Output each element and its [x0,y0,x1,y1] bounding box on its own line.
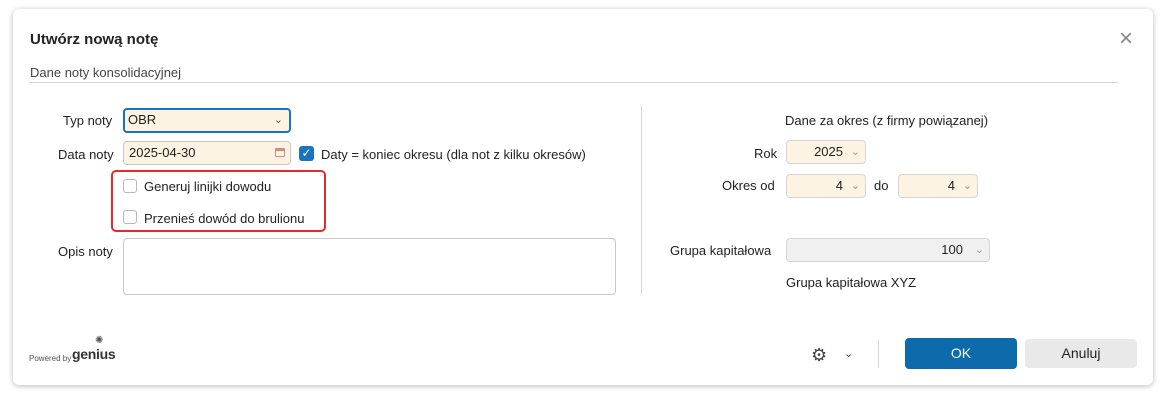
daty-checkbox[interactable]: ✓ [299,146,314,161]
chevron-down-icon[interactable]: ⌄ [844,347,853,360]
period-heading: Dane za okres (z firmy powiązanej) [785,113,989,128]
chevron-down-icon: ⌄ [850,146,860,158]
cancel-button[interactable]: Anuluj [1025,339,1137,368]
opis-noty-label: Opis noty [58,244,113,259]
rok-select[interactable]: 2025 ⌄ [786,140,866,164]
gear-icon[interactable]: ⚙ [811,345,827,366]
okres-od-select[interactable]: 4 ⌄ [786,174,866,198]
typ-noty-label: Typ noty [63,113,113,128]
okres-do-select[interactable]: 4 ⌄ [898,174,978,198]
okres-od-value: 4 [835,178,843,193]
do-label: do [874,178,889,193]
typ-noty-value: OBR [128,112,157,127]
chevron-down-icon: ⌄ [974,244,984,256]
grupa-select[interactable]: 100 ⌄ [786,238,990,262]
okres-do-value: 4 [947,178,955,193]
okres-od-label: Okres od [722,178,775,193]
create-note-dialog: Utwórz nową notę × Dane noty konsolidacy… [13,9,1153,385]
generuj-label: Generuj linijki dowodu [144,179,272,194]
chevron-down-icon: ⌄ [962,180,972,192]
przenies-label: Przenieś dowód do brulionu [144,211,305,226]
grupa-label: Grupa kapitałowa [670,243,772,258]
generuj-checkbox[interactable] [123,179,137,193]
dialog-title: Utwórz nową notę [30,31,159,48]
genius-logo-sun-icon: ✺ [95,335,104,346]
daty-checkbox-label: Daty = koniec okresu (dla not z kilku ok… [321,147,586,162]
rok-value: 2025 [814,144,843,159]
data-noty-input[interactable]: 2025-04-30 [123,141,291,165]
powered-by-text: Powered by [29,354,72,363]
calendar-icon[interactable] [275,148,285,157]
przenies-checkbox[interactable] [123,210,137,224]
data-noty-label: Data noty [58,147,114,162]
opis-noty-textarea[interactable] [123,238,616,295]
grupa-value: 100 [941,242,963,257]
typ-noty-select[interactable]: OBR ⌄ [123,108,291,133]
section-title: Dane noty konsolidacyjnej [30,65,182,80]
genius-logo: genius [72,346,116,362]
close-icon[interactable]: × [1115,27,1137,51]
chevron-down-icon: ⌄ [850,180,860,192]
ok-button[interactable]: OK [905,338,1017,369]
section-divider [30,82,1118,83]
footer-separator [878,340,879,368]
data-noty-value: 2025-04-30 [129,145,196,160]
grupa-name: Grupa kapitałowa XYZ [786,275,917,290]
chevron-down-icon: ⌄ [273,114,283,126]
rok-label: Rok [754,146,778,161]
column-divider [641,106,642,294]
